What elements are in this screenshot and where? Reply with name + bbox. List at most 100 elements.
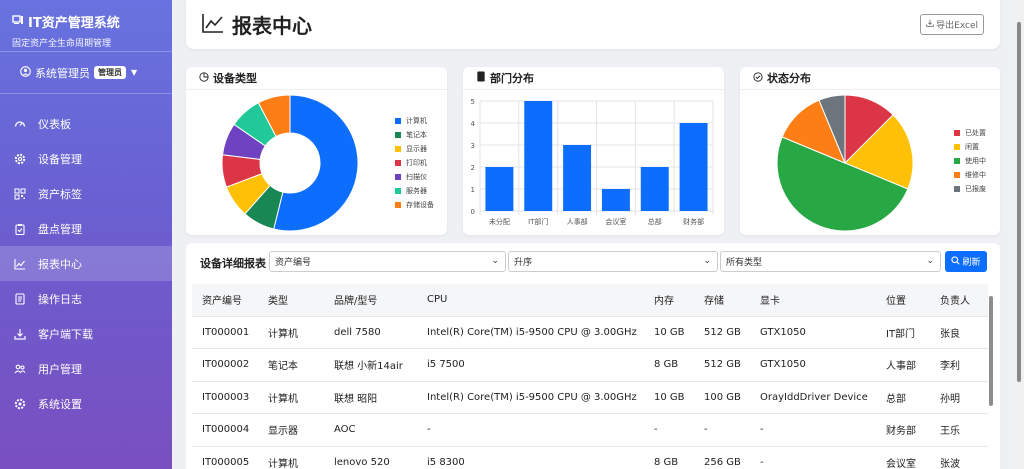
legend-label: 已报废 bbox=[965, 185, 986, 193]
table-row[interactable]: IT000002 笔记本 联想 小新14air i5 7500 8 GB 512 GB GT… bbox=[192, 348, 988, 382]
legend-swatch bbox=[954, 130, 960, 136]
table-row[interactable]: IT000004 显示器 AOC - - - - 财务部 王乐 bbox=[192, 413, 988, 447]
export-excel-button[interactable]: 导出Excel bbox=[920, 14, 984, 35]
legend-item[interactable]: 显示器 bbox=[395, 142, 434, 156]
user-name: 系统管理员 bbox=[35, 66, 90, 80]
table-cell: 联想 小新14air bbox=[324, 348, 417, 382]
status-card: 状态分布 已处置闲置使用中维修中已报废 bbox=[740, 67, 1000, 235]
table-cell: AOC bbox=[324, 413, 417, 447]
sidebar-item-operation-log[interactable]: 操作日志 bbox=[0, 281, 172, 316]
sidebar: IT资产管理系统 固定资产全生命周期管理 系统管理员 管理员 ▼ 仪表板 设备管… bbox=[0, 0, 172, 469]
sort-order-select[interactable]: 升序 ⌄ bbox=[508, 251, 718, 272]
bar-0[interactable] bbox=[485, 167, 514, 211]
bar-3[interactable] bbox=[601, 189, 630, 211]
legend-item[interactable]: 扫描仪 bbox=[395, 170, 434, 184]
sidebar-item-label: 客户端下载 bbox=[38, 327, 93, 341]
table-cell: IT000003 bbox=[192, 381, 258, 414]
status-title: 状态分布 bbox=[767, 72, 811, 85]
bar-5[interactable] bbox=[679, 123, 708, 211]
table-cell: 人事部 bbox=[876, 348, 930, 382]
sidebar-item-dashboard[interactable]: 仪表板 bbox=[0, 106, 172, 141]
x-tick-label: 未分配 bbox=[489, 217, 510, 226]
column-header[interactable]: 内存 bbox=[644, 284, 694, 317]
legend-item[interactable]: 笔记本 bbox=[395, 128, 434, 142]
sidebar-item-asset-tags[interactable]: 资产标签 bbox=[0, 176, 172, 211]
chevron-down-icon: ⌄ bbox=[703, 256, 711, 266]
legend-item[interactable]: 已报废 bbox=[954, 182, 986, 196]
device-type-title: 设备类型 bbox=[213, 72, 257, 85]
device-type-card: 设备类型 计算机 笔记本 显示器 打印机 扫描仪服务器存储设备 bbox=[186, 67, 447, 235]
chevron-down-icon: ⌄ bbox=[491, 256, 499, 266]
legend-label: 服务器 bbox=[406, 187, 427, 195]
sidebar-item-settings[interactable]: 系统设置 bbox=[0, 386, 172, 421]
table-cell: 李利 bbox=[930, 348, 988, 382]
table-cell: 512 GB bbox=[694, 348, 750, 382]
app-title: IT资产管理系统 bbox=[12, 12, 160, 31]
table-row[interactable]: IT000003 计算机 联想 昭阳 Intel(R) Core(TM) i5-950… bbox=[192, 381, 988, 414]
sort-order-value: 升序 bbox=[514, 258, 533, 268]
y-tick-label: 4 bbox=[471, 120, 476, 128]
legend-item[interactable]: 闲置 bbox=[954, 140, 986, 154]
laptop-icon bbox=[12, 14, 24, 30]
table-cell: i5 8300 bbox=[417, 446, 644, 469]
status-pie-chart bbox=[776, 94, 914, 232]
page-title: 报表中心 bbox=[232, 14, 312, 38]
bar-1[interactable] bbox=[524, 101, 553, 211]
column-header[interactable]: 品牌/型号 bbox=[324, 284, 417, 317]
table-scroll-thumb[interactable] bbox=[989, 296, 993, 406]
people-icon bbox=[14, 363, 26, 375]
column-header[interactable]: 资产编号 bbox=[192, 284, 258, 317]
table-row[interactable]: IT000005 计算机 lenovo 520 i5 8300 8 GB 256 GB - 会… bbox=[192, 446, 988, 469]
table-cell: - bbox=[417, 413, 644, 447]
status-card-header: 状态分布 bbox=[740, 67, 1000, 90]
legend-label: 维修中 bbox=[965, 171, 986, 179]
legend-item[interactable]: 使用中 bbox=[954, 154, 986, 168]
sidebar-item-user-management[interactable]: 用户管理 bbox=[0, 351, 172, 386]
legend-label: 闲置 bbox=[965, 143, 979, 151]
table-cell: OrayIddDriver Device bbox=[750, 381, 876, 414]
caret-down-icon: ▼ bbox=[131, 68, 138, 77]
table-cell: 联想 昭阳 bbox=[324, 381, 417, 414]
user-menu[interactable]: 系统管理员 管理员 ▼ bbox=[0, 52, 172, 94]
page-scroll-thumb[interactable] bbox=[1017, 22, 1021, 382]
legend-item[interactable]: 服务器 bbox=[395, 184, 434, 198]
table-cell: 笔记本 bbox=[258, 348, 324, 382]
table-cell: 100 GB bbox=[694, 381, 750, 414]
table-cell: lenovo 520 bbox=[324, 446, 417, 469]
department-bar-chart: 0 1 2 3 4 5 未分配 IT部门 人事部 会议室 总部 财务部 bbox=[471, 98, 714, 226]
sidebar-item-label: 操作日志 bbox=[38, 292, 82, 306]
legend-item[interactable]: 打印机 bbox=[395, 156, 434, 170]
legend-swatch bbox=[395, 118, 401, 124]
column-header[interactable]: 负责人 bbox=[930, 284, 988, 317]
sidebar-item-reports[interactable]: 报表中心 bbox=[0, 246, 172, 281]
table-row[interactable]: IT000001 计算机 dell 7580 Intel(R) Core(TM) i5… bbox=[192, 316, 988, 349]
user-circle-icon bbox=[20, 65, 31, 80]
bar-2[interactable] bbox=[563, 145, 592, 211]
chart-line-icon bbox=[202, 13, 224, 37]
table-scrollbar[interactable] bbox=[987, 287, 994, 469]
y-tick-label: 0 bbox=[471, 208, 475, 216]
legend-swatch bbox=[395, 132, 401, 138]
page-scrollbar[interactable] bbox=[1014, 0, 1024, 469]
column-header[interactable]: 类型 bbox=[258, 284, 324, 317]
refresh-button[interactable]: 刷新 bbox=[945, 251, 987, 272]
sidebar-item-label: 资产标签 bbox=[38, 187, 82, 201]
table-cell: 8 GB bbox=[644, 348, 694, 382]
table-cell: 财务部 bbox=[876, 413, 930, 447]
column-header[interactable]: 位置 bbox=[876, 284, 930, 317]
sidebar-item-client-download[interactable]: 客户端下载 bbox=[0, 316, 172, 351]
sort-field-select[interactable]: 资产编号 ⌄ bbox=[269, 251, 506, 272]
sidebar-item-inventory[interactable]: 盘点管理 bbox=[0, 211, 172, 246]
sidebar-item-device-management[interactable]: 设备管理 bbox=[0, 141, 172, 176]
legend-item[interactable]: 存储设备 bbox=[395, 198, 434, 212]
role-badge: 管理员 bbox=[94, 66, 126, 79]
legend-item[interactable]: 维修中 bbox=[954, 168, 986, 182]
bar-4[interactable] bbox=[640, 167, 669, 211]
column-header[interactable]: CPU bbox=[417, 284, 644, 317]
column-header[interactable]: 存储 bbox=[694, 284, 750, 317]
table-cell: 会议室 bbox=[876, 446, 930, 469]
type-filter-select[interactable]: 所有类型 ⌄ bbox=[720, 251, 941, 272]
column-header[interactable]: 显卡 bbox=[750, 284, 876, 317]
legend-item[interactable]: 计算机 bbox=[395, 114, 434, 128]
legend-item[interactable]: 已处置 bbox=[954, 126, 986, 140]
